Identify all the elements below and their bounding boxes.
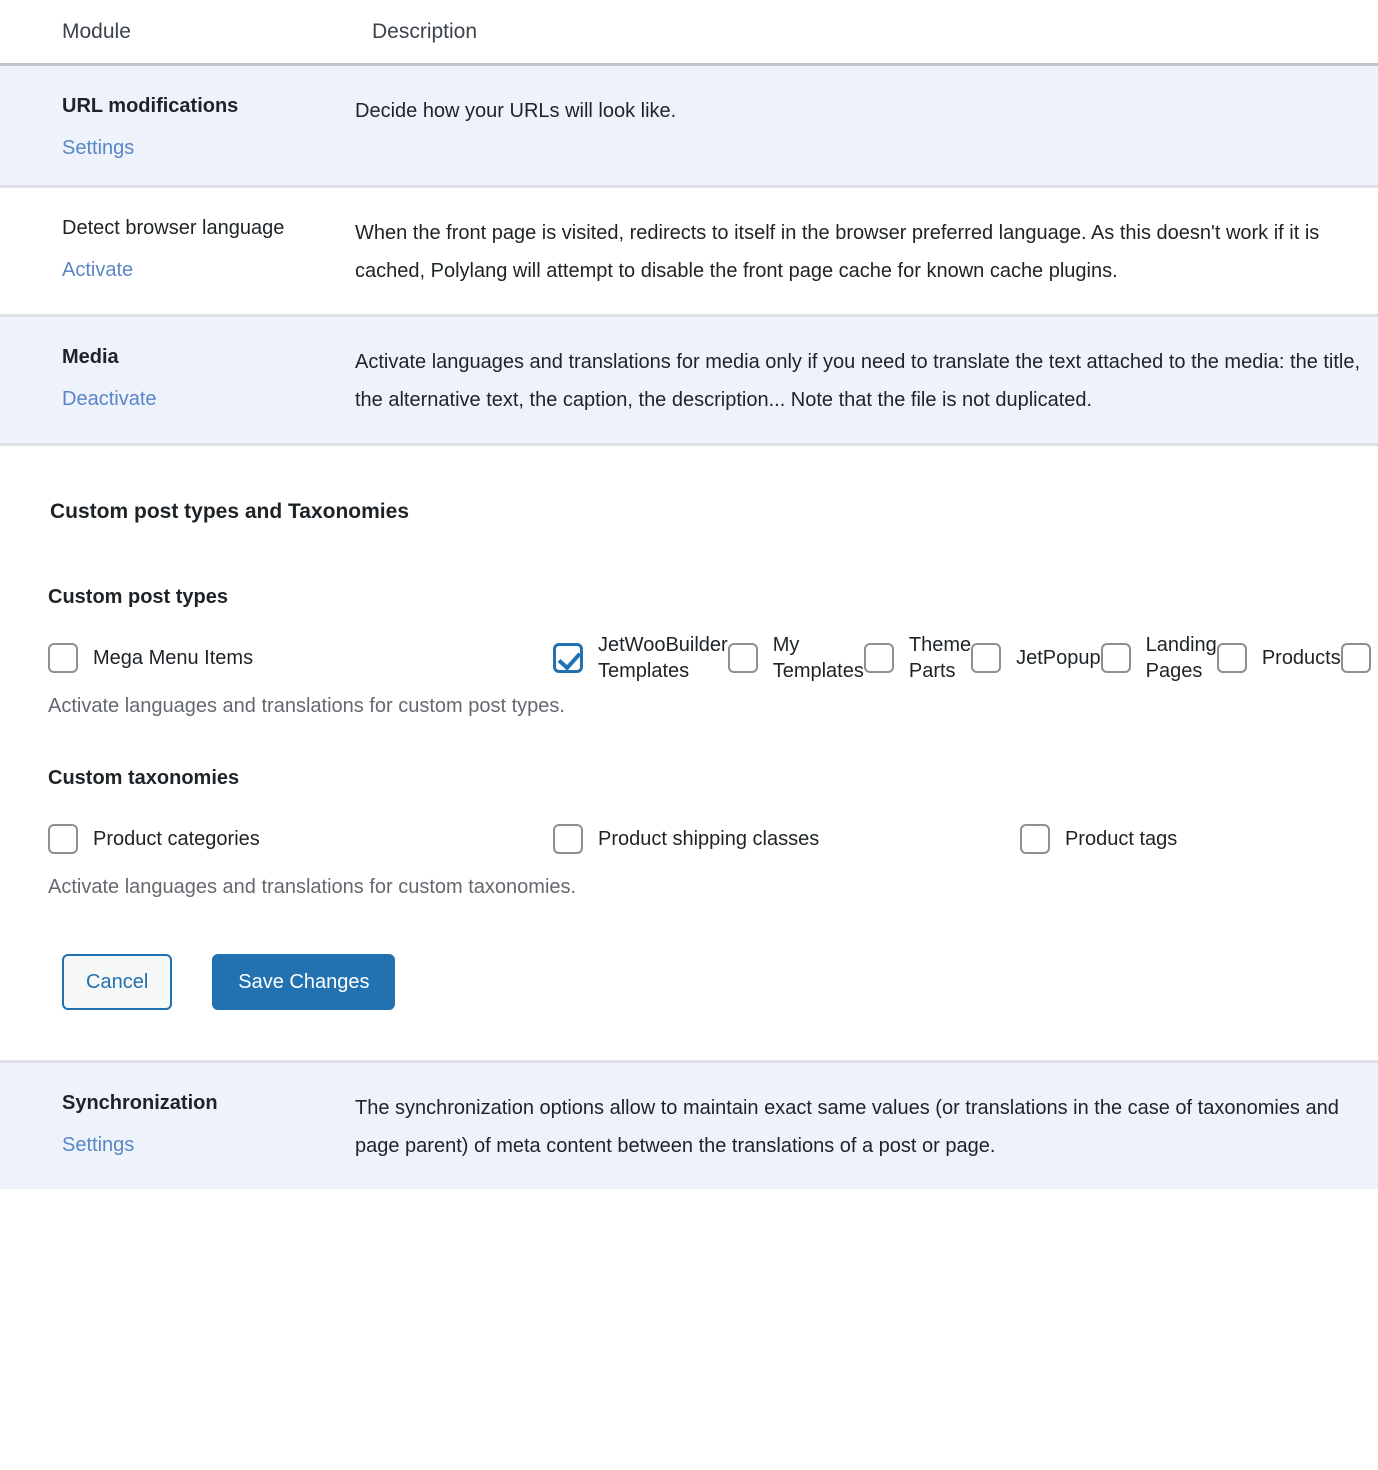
- table-header: Module Description: [0, 0, 1378, 63]
- checkbox-product-shipping-classes[interactable]: [553, 824, 583, 854]
- table-row: Media Deactivate Activate languages and …: [0, 317, 1378, 446]
- checkbox-jetpopup[interactable]: [971, 643, 1002, 673]
- checkbox-label[interactable]: Products: [1262, 645, 1341, 671]
- module-description: The synchronization options allow to mai…: [355, 1097, 1339, 1157]
- table-row: URL modifications Settings Decide how yo…: [0, 66, 1378, 188]
- module-cell: URL modifications Settings: [0, 92, 355, 161]
- cancel-button[interactable]: Cancel: [62, 954, 173, 1010]
- checkbox-row[interactable]: Product categories: [48, 816, 553, 862]
- checkbox-jetwoobuilder-templates[interactable]: [553, 643, 583, 673]
- table-row: Synchronization Settings The synchroniza…: [0, 1063, 1378, 1189]
- checkbox-label[interactable]: Product tags: [1065, 826, 1177, 852]
- module-cell: Media Deactivate: [0, 343, 355, 412]
- checkbox-row[interactable]: JetPopup: [971, 635, 1101, 681]
- module-action-link[interactable]: Activate: [62, 257, 355, 283]
- checkbox-products[interactable]: [1216, 643, 1247, 673]
- checkbox-row[interactable]: Product tags: [1019, 816, 1378, 862]
- checkbox-row[interactable]: Theme Parts: [863, 632, 971, 684]
- taxonomies-hint: Activate languages and translations for …: [48, 876, 577, 898]
- module-action-link[interactable]: Settings: [62, 135, 355, 161]
- module-name: Media: [62, 346, 119, 368]
- module-cell: Synchronization Settings: [0, 1089, 355, 1158]
- column-header-description: Description: [372, 19, 478, 43]
- checkbox-row[interactable]: JetWooBuilder Templates: [553, 632, 728, 684]
- checkbox-product-tags[interactable]: [1019, 824, 1050, 854]
- panel-title: Custom post types and Taxonomies: [50, 500, 409, 523]
- checkbox-product-categories[interactable]: [48, 824, 78, 854]
- module-action-link[interactable]: Deactivate: [62, 386, 355, 412]
- checkbox-row[interactable]: Product shipping classes: [553, 816, 1020, 862]
- group-title-post-types: Custom post types: [48, 586, 229, 608]
- column-header-module: Module: [62, 19, 131, 43]
- modules-table: Module Description URL modifications Set…: [0, 0, 1378, 1189]
- checkbox-label[interactable]: Mega Menu Items: [93, 645, 253, 671]
- checkbox-row[interactable]: My Templates: [727, 632, 864, 684]
- module-description: Activate languages and translations for …: [355, 351, 1361, 411]
- module-action-link[interactable]: Settings: [62, 1132, 355, 1158]
- module-name: Detect browser language: [62, 217, 285, 239]
- group-title-taxonomies: Custom taxonomies: [48, 767, 240, 789]
- checkbox-label[interactable]: Landing Pages: [1146, 632, 1217, 684]
- checkbox-label[interactable]: Theme Parts: [909, 632, 971, 684]
- module-description: When the front page is visited, redirect…: [355, 222, 1320, 282]
- checkbox-label[interactable]: Product categories: [93, 826, 260, 852]
- checkbox-row[interactable]: Mega Menu Items: [48, 635, 553, 681]
- module-description: Decide how your URLs will look like.: [355, 100, 677, 122]
- checkbox-mega-menu-items[interactable]: [48, 643, 78, 673]
- taxonomies-checkbox-grid: Product categories Product shipping clas…: [48, 816, 1378, 862]
- module-name: Synchronization: [62, 1092, 218, 1114]
- checkbox-label[interactable]: JetWooBuilder Templates: [598, 632, 728, 684]
- checkbox-label[interactable]: My Templates: [773, 632, 864, 684]
- checkbox-my-templates[interactable]: [727, 643, 758, 673]
- checkbox-theme-parts[interactable]: [863, 643, 894, 673]
- post-types-checkbox-grid: Mega Menu Items JetWooBuilder Templates …: [48, 632, 1378, 684]
- checkbox-row[interactable]: Listing Items: [1340, 635, 1378, 681]
- table-header-row: Module Description: [0, 0, 1378, 63]
- table-row: Detect browser language Activate When th…: [0, 188, 1378, 317]
- module-cell: Detect browser language Activate: [0, 214, 355, 283]
- post-types-hint: Activate languages and translations for …: [48, 695, 565, 717]
- module-name: URL modifications: [62, 95, 239, 117]
- checkbox-landing-pages[interactable]: [1100, 643, 1131, 673]
- custom-post-types-panel: Custom post types and Taxonomies Custom …: [0, 446, 1378, 1063]
- checkbox-label[interactable]: JetPopup: [1016, 645, 1101, 671]
- checkbox-label[interactable]: Product shipping classes: [598, 826, 819, 852]
- checkbox-row[interactable]: Products: [1216, 635, 1341, 681]
- checkbox-row[interactable]: Landing Pages: [1100, 632, 1217, 684]
- panel-actions: Cancel Save Changes: [62, 954, 1378, 1010]
- checkbox-listing-items[interactable]: [1340, 643, 1371, 673]
- save-changes-button[interactable]: Save Changes: [212, 954, 396, 1010]
